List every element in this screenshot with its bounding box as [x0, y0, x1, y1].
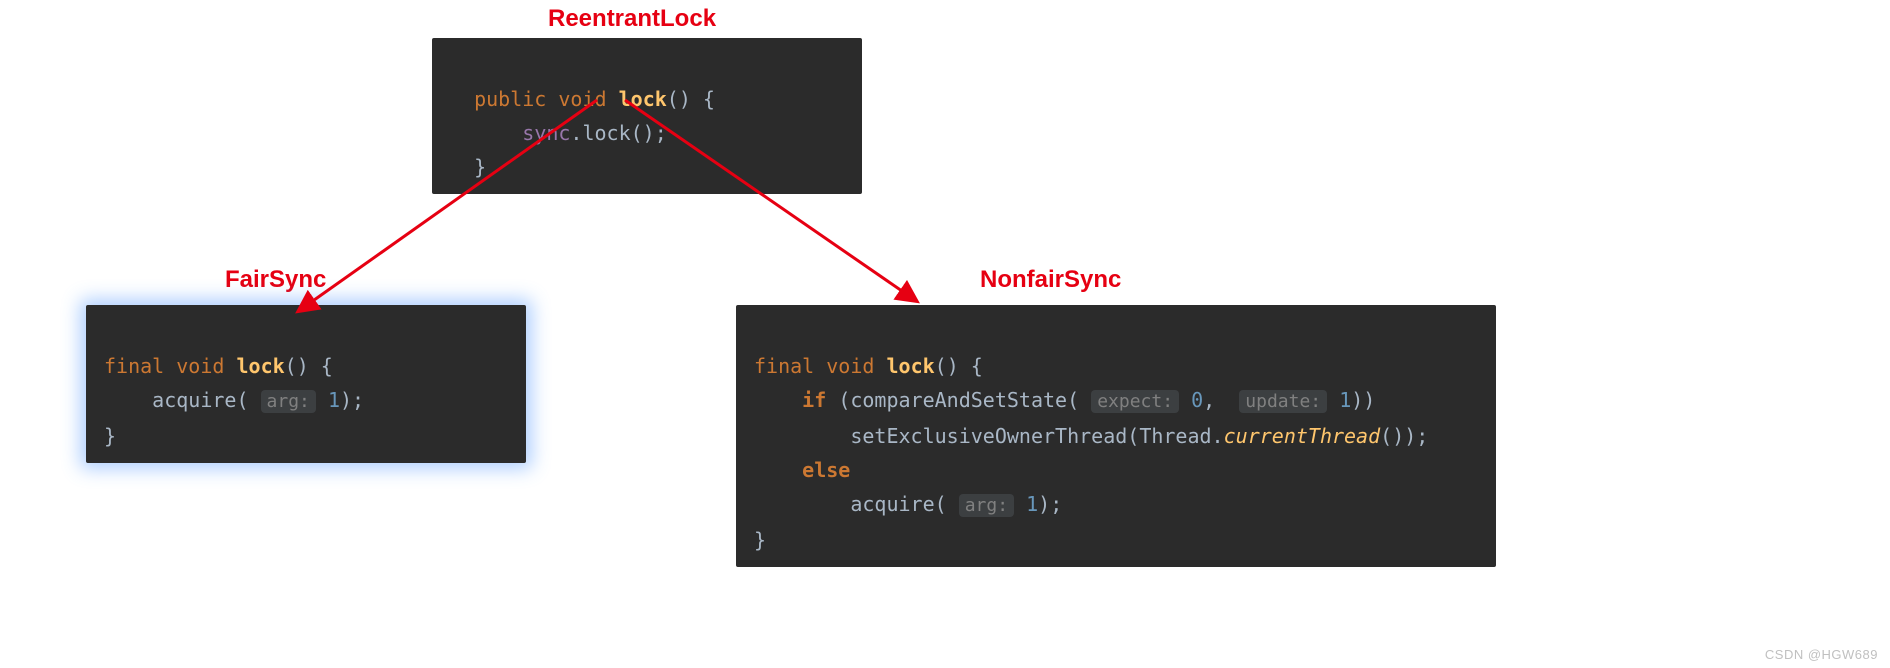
watermark: CSDN @HGW689 [1765, 647, 1878, 662]
line-1: public void lock() { [450, 87, 715, 111]
code-box-nonfairsync: final void lock() { if (compareAndSetSta… [736, 305, 1496, 567]
label-nonfairsync: NonfairSync [980, 266, 1121, 294]
line-2: acquire( arg: 1); [104, 388, 364, 412]
line-5: acquire( arg: 1); [754, 492, 1062, 516]
line-3: } [104, 424, 116, 448]
line-2: sync.lock(); [450, 121, 667, 145]
line-1: final void lock() { [754, 354, 983, 378]
line-3: setExclusiveOwnerThread(Thread.currentTh… [754, 424, 1428, 448]
line-3: } [450, 155, 486, 179]
code-box-fairsync: final void lock() { acquire( arg: 1); } [86, 305, 526, 463]
code-box-reentrantlock: public void lock() { sync.lock(); } [432, 38, 862, 194]
label-fairsync: FairSync [225, 266, 326, 294]
line-1: final void lock() { [104, 354, 333, 378]
line-6: } [754, 528, 766, 552]
label-reentrantlock: ReentrantLock [548, 5, 716, 33]
line-4: else [754, 458, 850, 482]
line-2: if (compareAndSetState( expect: 0, updat… [754, 388, 1375, 412]
